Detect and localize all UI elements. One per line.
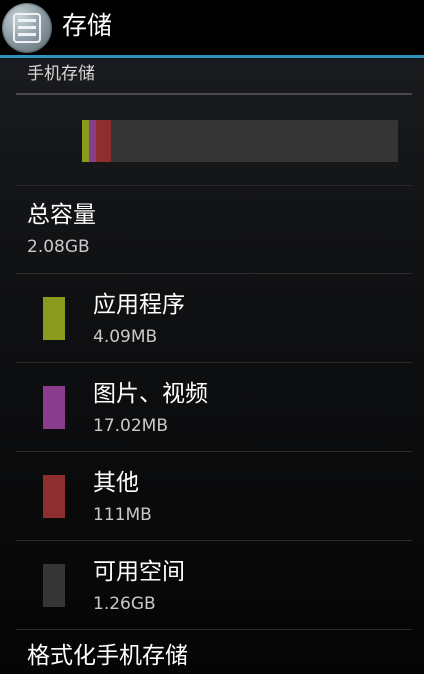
- usage-segment-media: [89, 120, 96, 162]
- item-label: 其他: [93, 470, 139, 496]
- page-title: 存储: [62, 11, 113, 40]
- usage-segment-apps: [82, 120, 89, 162]
- item-label: 应用程序: [93, 292, 185, 318]
- usage-segment-other: [96, 120, 111, 162]
- action-bar-accent-line: [0, 55, 424, 58]
- storage-settings-icon[interactable]: [2, 3, 52, 53]
- storage-usage-bar: [82, 120, 398, 162]
- storage-item-apps[interactable]: 应用程序 4.09MB: [0, 274, 424, 363]
- available-color-swatch: [43, 564, 65, 607]
- item-label: 可用空间: [93, 559, 185, 585]
- item-value: 17.02MB: [93, 416, 168, 436]
- item-value: 4.09MB: [93, 327, 158, 347]
- storage-item-available[interactable]: 可用空间 1.26GB: [0, 541, 424, 630]
- format-phone-storage-button[interactable]: 格式化手机存储: [27, 641, 188, 671]
- item-value: 111MB: [93, 505, 152, 525]
- section-header: 手机存储: [27, 64, 95, 84]
- action-bar: 存储: [0, 0, 424, 55]
- divider: [16, 185, 412, 186]
- other-color-swatch: [43, 475, 65, 518]
- storage-item-other[interactable]: 其他 111MB: [0, 452, 424, 541]
- item-value: 1.26GB: [93, 594, 156, 614]
- apps-color-swatch: [43, 297, 65, 340]
- total-capacity-title: 总容量: [27, 202, 96, 228]
- storage-item-media[interactable]: 图片、视频 17.02MB: [0, 363, 424, 452]
- item-label: 图片、视频: [93, 381, 208, 407]
- divider: [16, 629, 412, 630]
- total-capacity-value: 2.08GB: [27, 237, 90, 257]
- media-color-swatch: [43, 386, 65, 429]
- section-divider: [16, 93, 412, 95]
